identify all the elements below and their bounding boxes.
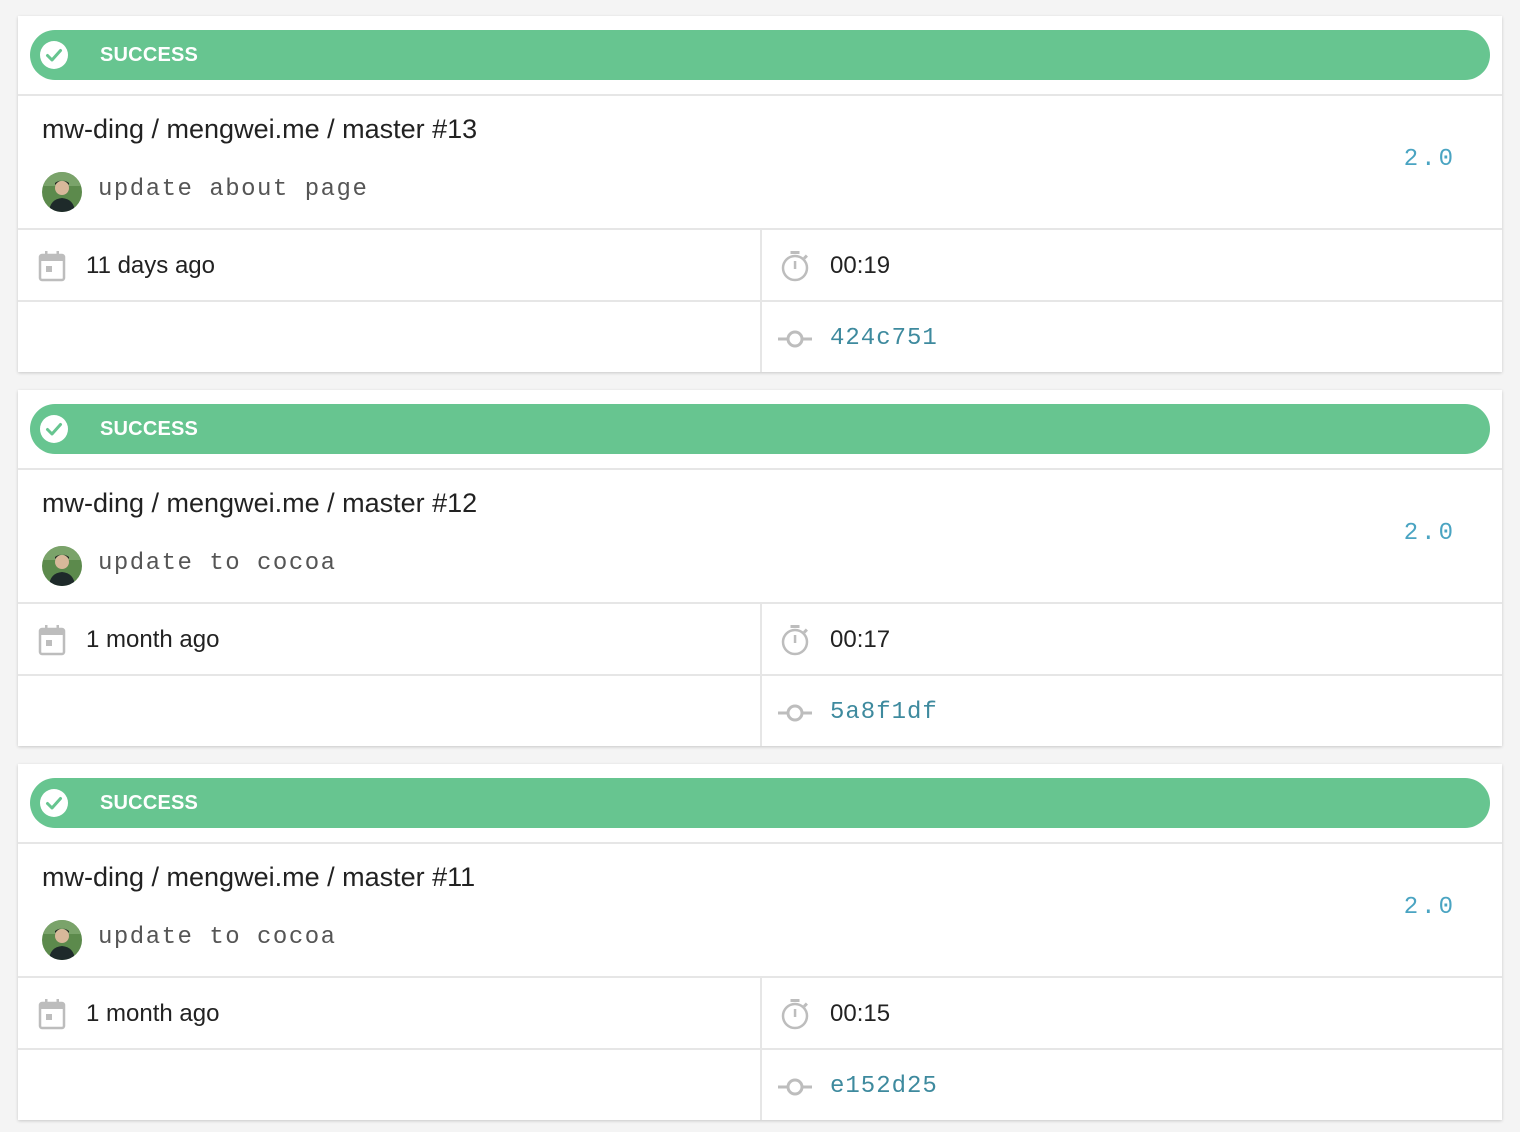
version-label: 2.0 xyxy=(1403,894,1456,921)
commit-hash-link[interactable]: e152d25 xyxy=(830,1071,938,1103)
build-title[interactable]: mw-ding / mengwei.me / master #11 xyxy=(42,862,475,893)
build-title[interactable]: mw-ding / mengwei.me / master #13 xyxy=(42,114,477,145)
created-time: 1 month ago xyxy=(86,626,220,653)
created-time: 11 days ago xyxy=(86,252,215,279)
created-time: 1 month ago xyxy=(86,1000,220,1027)
commit-icon xyxy=(778,1078,812,1096)
column-divider xyxy=(760,978,762,1120)
build-title[interactable]: mw-ding / mengwei.me / master #12 xyxy=(42,488,477,519)
build-card[interactable]: SUCCESS mw-ding / mengwei.me / master #1… xyxy=(18,764,1502,1120)
status-banner: SUCCESS xyxy=(30,30,1490,80)
calendar-icon xyxy=(38,625,66,656)
status-label: SUCCESS xyxy=(100,792,199,814)
commit-hash-link[interactable]: 424c751 xyxy=(830,323,938,355)
build-duration: 00:17 xyxy=(830,626,891,653)
divider xyxy=(18,94,1502,96)
build-card[interactable]: SUCCESS mw-ding / mengwei.me / master #1… xyxy=(18,16,1502,372)
commit-icon xyxy=(778,704,812,722)
column-divider xyxy=(760,230,762,372)
commit-message: update to cocoa xyxy=(98,924,337,951)
divider xyxy=(18,842,1502,844)
column-divider xyxy=(760,604,762,746)
build-duration: 00:19 xyxy=(830,252,891,279)
status-banner: SUCCESS xyxy=(30,778,1490,828)
stopwatch-icon xyxy=(781,999,809,1030)
commit-message: update about page xyxy=(98,176,369,203)
build-duration: 00:15 xyxy=(830,1000,891,1027)
calendar-icon xyxy=(38,251,66,282)
avatar xyxy=(42,172,82,212)
avatar xyxy=(42,920,82,960)
check-circle-icon xyxy=(40,789,68,817)
status-label: SUCCESS xyxy=(100,418,199,440)
divider xyxy=(18,468,1502,470)
version-label: 2.0 xyxy=(1403,146,1456,173)
commit-hash-link[interactable]: 5a8f1df xyxy=(830,697,938,729)
stopwatch-icon xyxy=(781,251,809,282)
stopwatch-icon xyxy=(781,625,809,656)
status-banner: SUCCESS xyxy=(30,404,1490,454)
version-label: 2.0 xyxy=(1403,520,1456,547)
calendar-icon xyxy=(38,999,66,1030)
avatar xyxy=(42,546,82,586)
commit-icon xyxy=(778,330,812,348)
status-label: SUCCESS xyxy=(100,44,199,66)
check-circle-icon xyxy=(40,415,68,443)
build-card[interactable]: SUCCESS mw-ding / mengwei.me / master #1… xyxy=(18,390,1502,746)
commit-message: update to cocoa xyxy=(98,550,337,577)
check-circle-icon xyxy=(40,41,68,69)
